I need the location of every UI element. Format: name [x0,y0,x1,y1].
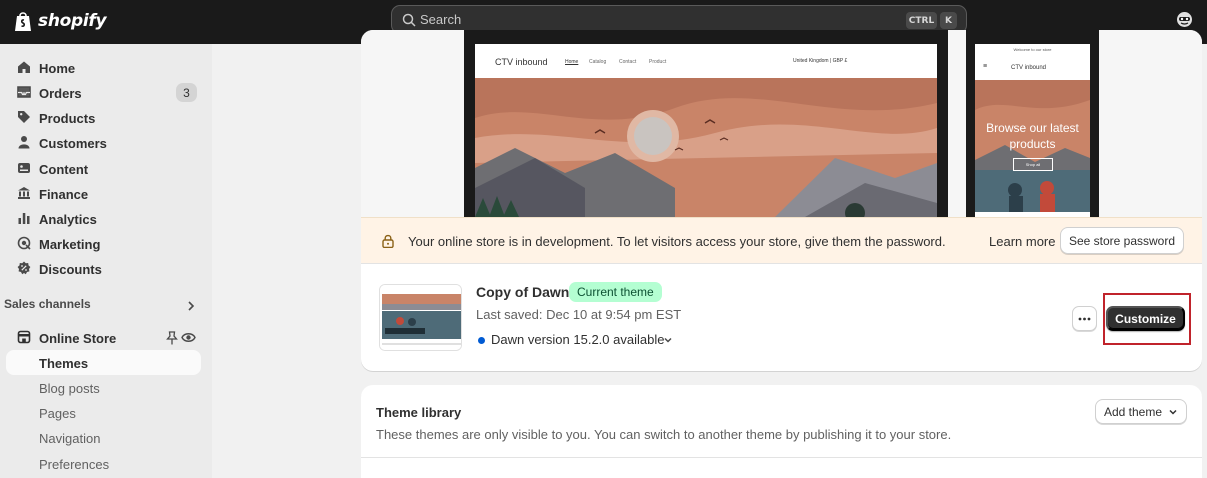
sidebar-item-orders[interactable]: Orders 3 [6,80,201,105]
store-avatar-icon[interactable] [1176,11,1193,28]
desktop-hero-illustration [475,78,937,217]
sidebar-item-customers[interactable]: Customers [6,130,201,155]
customize-button[interactable]: Customize [1106,306,1185,331]
current-theme-card: CTV inbound Home Catalog Contact Product… [361,30,1202,371]
pin-icon[interactable] [166,331,178,345]
sidebar-subitem-preferences[interactable]: Preferences [6,451,201,476]
current-theme-row: Copy of Dawn Current theme Last saved: D… [361,263,1202,371]
more-actions-button[interactable] [1072,306,1097,331]
desktop-preview-brand: CTV inbound [495,57,548,67]
sidebar-item-label: Marketing [39,237,101,252]
sidebar-item-content[interactable]: Content [6,156,201,181]
sidebar-subitem-label: Themes [39,356,89,371]
sidebar-subitem-label: Navigation [39,431,101,446]
desktop-preview-link: Home [565,59,579,65]
store-icon [17,330,31,344]
chevron-down-icon [1169,409,1177,415]
sidebar-subitem-navigation[interactable]: Navigation [6,425,201,450]
sidebar-subitem-label: Preferences [39,457,110,472]
theme-library-title: Theme library [376,405,462,420]
bar-chart-icon [18,213,30,224]
sidebar-subitem-label: Blog posts [39,381,100,396]
sidebar-item-finance[interactable]: Finance [6,181,201,206]
mobile-preview-brand: CTV inbound [1011,65,1047,71]
learn-more-link[interactable]: Learn more [989,234,1055,249]
sidebar-item-label: Products [39,111,96,126]
mobile-preview[interactable]: Welcome to our store ≡ CTV inbound Brows… [975,44,1090,217]
sidebar-item-products[interactable]: Products [6,105,201,130]
shortcut-ctrl-key: CTRL [906,12,937,29]
mobile-announcement: Welcome to our store [1013,47,1052,52]
sidebar-item-online-store[interactable]: Online Store [6,325,201,350]
current-theme-badge: Current theme [569,282,662,302]
theme-library-card: Theme library These themes are only visi… [361,385,1202,478]
chevron-right-icon[interactable] [186,300,196,312]
sidebar-item-label: Analytics [39,212,97,227]
sidebar-subitem-pages[interactable]: Pages [6,400,201,425]
update-available-dot [478,337,485,344]
desktop-preview-link: Contact [619,59,637,65]
sidebar-item-label: Home [39,61,76,76]
sidebar-subitem-blog-posts[interactable]: Blog posts [6,375,201,400]
sidebar-item-label: Discounts [39,262,102,277]
shopify-bag-icon [15,12,31,31]
last-saved-text: Last saved: Dec 10 at 9:54 pm EST [476,307,682,322]
ellipsis-icon [1078,317,1091,320]
development-banner: Your online store is in development. To … [361,217,1202,263]
person-icon [18,136,30,149]
desktop-preview-link: Product [649,59,667,65]
sidebar-item-discounts[interactable]: Discounts [6,256,201,281]
home-icon [18,61,30,73]
sales-channels-heading: Sales channels [4,297,91,311]
tag-icon [18,111,30,123]
desktop-preview-header: CTV inbound Home Catalog Contact Product… [475,44,937,78]
sidebar-subitem-label: Pages [39,406,76,421]
sidebar-item-analytics[interactable]: Analytics [6,206,201,231]
chevron-down-icon[interactable] [663,335,673,345]
discount-icon [17,261,31,275]
shortcut-k-key: K [940,12,957,29]
theme-library-description: These themes are only visible to you. Yo… [376,427,952,442]
mobile-preview-header: ≡ CTV inbound [975,56,1090,78]
sidebar-item-label: Orders [39,86,82,101]
add-theme-label: Add theme [1103,404,1163,419]
version-available-text[interactable]: Dawn version 15.2.0 available [491,332,664,347]
search-icon [402,13,416,27]
eye-icon[interactable] [181,331,196,344]
brand-name: shopify [38,11,107,31]
banner-message: Your online store is in development. To … [408,234,946,249]
desktop-preview-region: United Kingdom | GBP £ [793,58,848,64]
sidebar: Home Orders 3 Products Customers Content… [0,44,212,478]
target-icon [17,236,31,250]
sidebar-item-label: Customers [39,136,107,151]
sidebar-item-marketing[interactable]: Marketing [6,231,201,256]
see-store-password-button[interactable]: See store password [1060,227,1184,254]
theme-thumbnail[interactable] [379,284,462,351]
desktop-preview[interactable]: CTV inbound Home Catalog Contact Product… [475,44,937,217]
menu-icon: ≡ [983,63,988,70]
theme-thumbnail-image [380,285,461,350]
bank-icon [18,187,30,199]
sidebar-item-home[interactable]: Home [6,55,201,80]
add-theme-button[interactable]: Add theme [1095,399,1187,424]
mobile-hero-heading: Browse our latest products [986,121,1079,151]
sidebar-subitem-themes[interactable]: Themes [6,350,201,375]
inbox-icon [17,86,31,98]
content-icon [18,163,30,173]
sidebar-item-label: Online Store [39,331,117,346]
sidebar-item-label: Content [39,162,89,177]
sidebar-item-label: Finance [39,187,89,202]
shopify-logo[interactable]: shopify [14,10,107,32]
lock-icon [382,234,394,248]
search-placeholder: Search [420,12,462,27]
desktop-preview-link: Catalog [589,59,607,65]
theme-name: Copy of Dawn [476,284,570,300]
mobile-shop-button: Shop all [1013,158,1053,171]
orders-count-badge: 3 [176,83,197,102]
divider [361,457,1202,458]
